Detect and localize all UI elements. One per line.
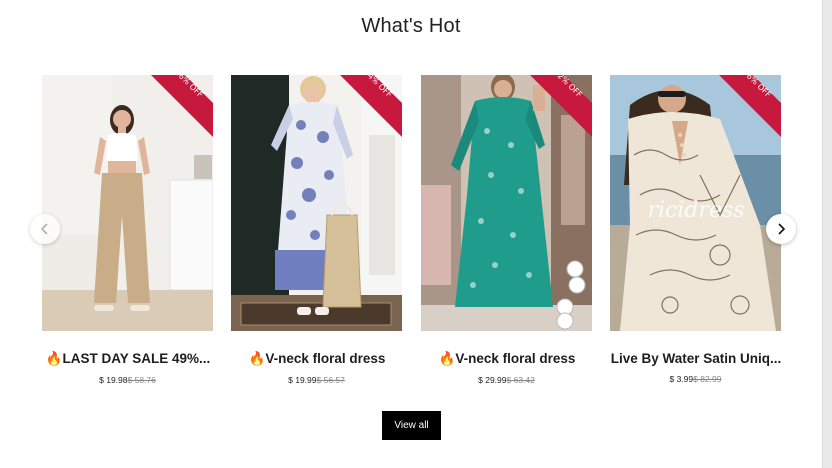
product-photo-patterned-tunic: ricidress — [610, 75, 781, 331]
product-original-price: $ 82.99 — [693, 374, 722, 384]
carousel-next-button[interactable] — [766, 214, 796, 244]
product-photo-green-floral-dress — [421, 75, 592, 331]
product-card[interactable]: 64% OFF 🔥V-neck floral dress $ 19.99$ 56… — [231, 75, 402, 385]
product-title[interactable]: 🔥V-neck floral dress — [227, 351, 407, 367]
product-original-price: $ 63.42 — [506, 375, 535, 385]
product-price: $ 19.99 — [288, 375, 317, 385]
product-title[interactable]: 🔥V-neck floral dress — [417, 351, 597, 367]
chevron-right-icon — [778, 223, 786, 235]
carousel-prev-button[interactable] — [30, 214, 60, 244]
product-price-row: $ 3.99$ 82.99 — [610, 374, 781, 384]
product-original-price: $ 56.57 — [316, 375, 345, 385]
section-title: What's Hot — [361, 15, 461, 37]
product-image[interactable]: 64% OFF — [231, 75, 402, 331]
product-photo-woman-beige-pants — [42, 75, 213, 331]
product-card[interactable]: 66% OFF 🔥LAST DAY SALE 49%... $ 19.98$ 5… — [42, 75, 213, 385]
product-image[interactable]: 52% OFF — [421, 75, 592, 331]
product-price-row: $ 19.98$ 58.76 — [42, 375, 213, 385]
product-title[interactable]: Live By Water Satin Uniq... — [606, 351, 786, 366]
product-image[interactable]: 66% OFF — [42, 75, 213, 331]
watermark-text: ricidress — [647, 198, 744, 223]
product-image[interactable]: ricidress 96% OFF — [610, 75, 781, 331]
page-scrollbar[interactable] — [822, 0, 832, 468]
product-price-row: $ 19.99$ 56.57 — [231, 375, 402, 385]
product-title[interactable]: 🔥LAST DAY SALE 49%... — [38, 351, 218, 367]
product-card[interactable]: ricidress 96% OFF Live By Water Satin Un… — [610, 75, 781, 384]
product-price: $ 29.99 — [478, 375, 507, 385]
product-price: $ 3.99 — [669, 374, 694, 384]
product-price: $ 19.98 — [99, 375, 128, 385]
product-carousel: 66% OFF 🔥LAST DAY SALE 49%... $ 19.98$ 5… — [0, 75, 822, 395]
product-original-price: $ 58.76 — [127, 375, 156, 385]
view-all-button[interactable]: View all — [382, 411, 441, 440]
chevron-left-icon — [40, 223, 48, 235]
product-price-row: $ 29.99$ 63.42 — [421, 375, 592, 385]
product-card[interactable]: 52% OFF 🔥V-neck floral dress $ 29.99$ 63… — [421, 75, 592, 385]
product-photo-blue-floral-dress — [231, 75, 402, 331]
